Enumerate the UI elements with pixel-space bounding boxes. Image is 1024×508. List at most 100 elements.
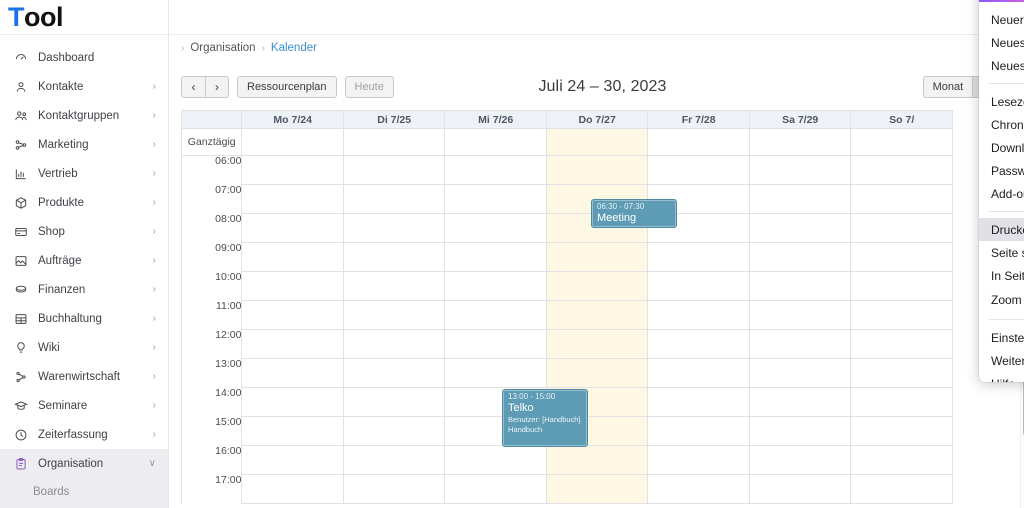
allday-cell-3[interactable] bbox=[545, 128, 649, 156]
menu-item-drucken[interactable]: Drucken…⌘P bbox=[979, 218, 1024, 241]
sidebar-item-zeiterfassung[interactable]: Zeiterfassung › bbox=[0, 420, 168, 449]
time-slot[interactable] bbox=[748, 474, 852, 504]
time-slot[interactable] bbox=[850, 474, 953, 504]
app-logo[interactable]: Tool bbox=[0, 0, 168, 35]
time-slot[interactable] bbox=[342, 445, 446, 475]
sidebar-item-marketing[interactable]: Marketing › bbox=[0, 130, 168, 159]
time-slot[interactable] bbox=[647, 300, 750, 330]
time-slot[interactable] bbox=[748, 300, 852, 330]
time-slot[interactable] bbox=[241, 387, 344, 417]
menu-item-seite-speichern-unter[interactable]: Seite speichern unter…⌘S bbox=[979, 241, 1024, 264]
sidebar-subitem-boards[interactable]: Boards bbox=[0, 478, 168, 505]
time-slot[interactable] bbox=[241, 184, 344, 214]
time-slot[interactable] bbox=[850, 213, 953, 243]
time-slot[interactable] bbox=[241, 155, 344, 185]
time-slot[interactable] bbox=[647, 474, 750, 504]
allday-cell-5[interactable] bbox=[748, 128, 852, 156]
time-slot[interactable] bbox=[647, 416, 750, 446]
time-slot[interactable] bbox=[748, 242, 852, 272]
menu-item-neues-privates-fenster[interactable]: Neues privates Fenster⇧⌘P bbox=[979, 54, 1024, 77]
sidebar-item-organisation[interactable]: Organisation ∨ bbox=[0, 449, 168, 478]
sidebar-item-produkte[interactable]: Produkte › bbox=[0, 188, 168, 217]
calendar-event[interactable]: 06:30 - 07:30 Meeting bbox=[591, 199, 677, 228]
menu-item-einstellungen[interactable]: Einstellungen⌘, bbox=[979, 326, 1024, 349]
time-slot[interactable] bbox=[647, 155, 750, 185]
menu-item-hilfe[interactable]: Hilfe› bbox=[979, 372, 1024, 383]
view-month-button[interactable]: Monat bbox=[922, 76, 973, 98]
time-slot[interactable] bbox=[342, 242, 446, 272]
time-slot[interactable] bbox=[241, 474, 344, 504]
time-slot[interactable] bbox=[748, 329, 852, 359]
menu-item-add-ons-und-themes[interactable]: Add-ons und Themes⇧⌘A bbox=[979, 182, 1024, 205]
time-slot[interactable] bbox=[545, 329, 649, 359]
sidebar-item-buchhaltung[interactable]: Buchhaltung › bbox=[0, 304, 168, 333]
time-slot[interactable] bbox=[342, 358, 446, 388]
time-slot[interactable] bbox=[342, 271, 446, 301]
time-slot[interactable] bbox=[545, 242, 649, 272]
sidebar-item-kontakte[interactable]: Kontakte › bbox=[0, 72, 168, 101]
time-slot[interactable] bbox=[241, 416, 344, 446]
time-slot[interactable] bbox=[748, 445, 852, 475]
time-slot[interactable] bbox=[444, 329, 547, 359]
time-slot[interactable] bbox=[342, 387, 446, 417]
time-slot[interactable] bbox=[748, 358, 852, 388]
time-slot[interactable] bbox=[444, 184, 547, 214]
breadcrumb-item-organisation[interactable]: Organisation bbox=[190, 42, 255, 54]
time-slot[interactable] bbox=[444, 213, 547, 243]
sidebar-item-auftr-ge[interactable]: Aufträge › bbox=[0, 246, 168, 275]
time-slot[interactable] bbox=[545, 271, 649, 301]
menu-item-weitere-werkzeuge[interactable]: Weitere Werkzeuge› bbox=[979, 349, 1024, 372]
time-slot[interactable] bbox=[850, 184, 953, 214]
time-slot[interactable] bbox=[647, 358, 750, 388]
time-slot[interactable] bbox=[647, 445, 750, 475]
sidebar-item-warenwirtschaft[interactable]: Warenwirtschaft › bbox=[0, 362, 168, 391]
time-slot[interactable] bbox=[647, 271, 750, 301]
menu-item-lesezeichen[interactable]: Lesezeichen› bbox=[979, 90, 1024, 113]
time-slot[interactable] bbox=[444, 271, 547, 301]
time-slot[interactable] bbox=[342, 416, 446, 446]
time-slot[interactable] bbox=[241, 358, 344, 388]
time-slot[interactable] bbox=[850, 445, 953, 475]
time-slot[interactable] bbox=[342, 184, 446, 214]
time-slot[interactable] bbox=[850, 358, 953, 388]
time-slot[interactable] bbox=[444, 300, 547, 330]
sidebar-item-vertrieb[interactable]: Vertrieb › bbox=[0, 159, 168, 188]
sidebar-item-dashboard[interactable]: Dashboard bbox=[0, 43, 168, 72]
time-slot[interactable] bbox=[444, 358, 547, 388]
time-slot[interactable] bbox=[241, 271, 344, 301]
time-slot[interactable] bbox=[444, 155, 547, 185]
menu-item-neuer-tab[interactable]: Neuer Tab⌘T bbox=[979, 8, 1024, 31]
time-slot[interactable] bbox=[241, 329, 344, 359]
time-slot[interactable] bbox=[748, 184, 852, 214]
time-slot[interactable] bbox=[342, 474, 446, 504]
time-slot[interactable] bbox=[850, 300, 953, 330]
menu-item-downloads[interactable]: Downloads⌘J bbox=[979, 136, 1024, 159]
time-slot[interactable] bbox=[342, 300, 446, 330]
time-slot[interactable] bbox=[342, 329, 446, 359]
time-slot[interactable] bbox=[444, 242, 547, 272]
allday-cell-4[interactable] bbox=[647, 128, 750, 156]
allday-cell-2[interactable] bbox=[444, 128, 547, 156]
time-slot[interactable] bbox=[850, 416, 953, 446]
next-week-button[interactable]: › bbox=[205, 76, 229, 98]
allday-cell-6[interactable] bbox=[850, 128, 953, 156]
menu-item-passw-rter[interactable]: Passwörter bbox=[979, 159, 1024, 182]
time-slot[interactable] bbox=[748, 416, 852, 446]
time-slot[interactable] bbox=[647, 242, 750, 272]
sidebar-item-wiki[interactable]: Wiki › bbox=[0, 333, 168, 362]
time-slot[interactable] bbox=[748, 387, 852, 417]
sidebar-item-seminare[interactable]: Seminare › bbox=[0, 391, 168, 420]
time-slot[interactable] bbox=[647, 387, 750, 417]
time-slot[interactable] bbox=[241, 242, 344, 272]
time-slot[interactable] bbox=[444, 474, 547, 504]
menu-item-neues-fenster[interactable]: Neues Fenster⌘N bbox=[979, 31, 1024, 54]
time-slot[interactable] bbox=[241, 213, 344, 243]
time-slot[interactable] bbox=[748, 155, 852, 185]
time-slot[interactable] bbox=[241, 300, 344, 330]
menu-item-in-seite-suchen[interactable]: In Seite suchen…⌘F bbox=[979, 264, 1024, 287]
time-slot[interactable] bbox=[850, 155, 953, 185]
calendar-event[interactable]: 13:00 - 15:00 Telko Benutzer: [Handbuch] Ha… bbox=[502, 389, 588, 447]
sidebar-item-kontaktgruppen[interactable]: Kontaktgruppen › bbox=[0, 101, 168, 130]
time-slot[interactable] bbox=[850, 271, 953, 301]
time-slot[interactable] bbox=[545, 300, 649, 330]
